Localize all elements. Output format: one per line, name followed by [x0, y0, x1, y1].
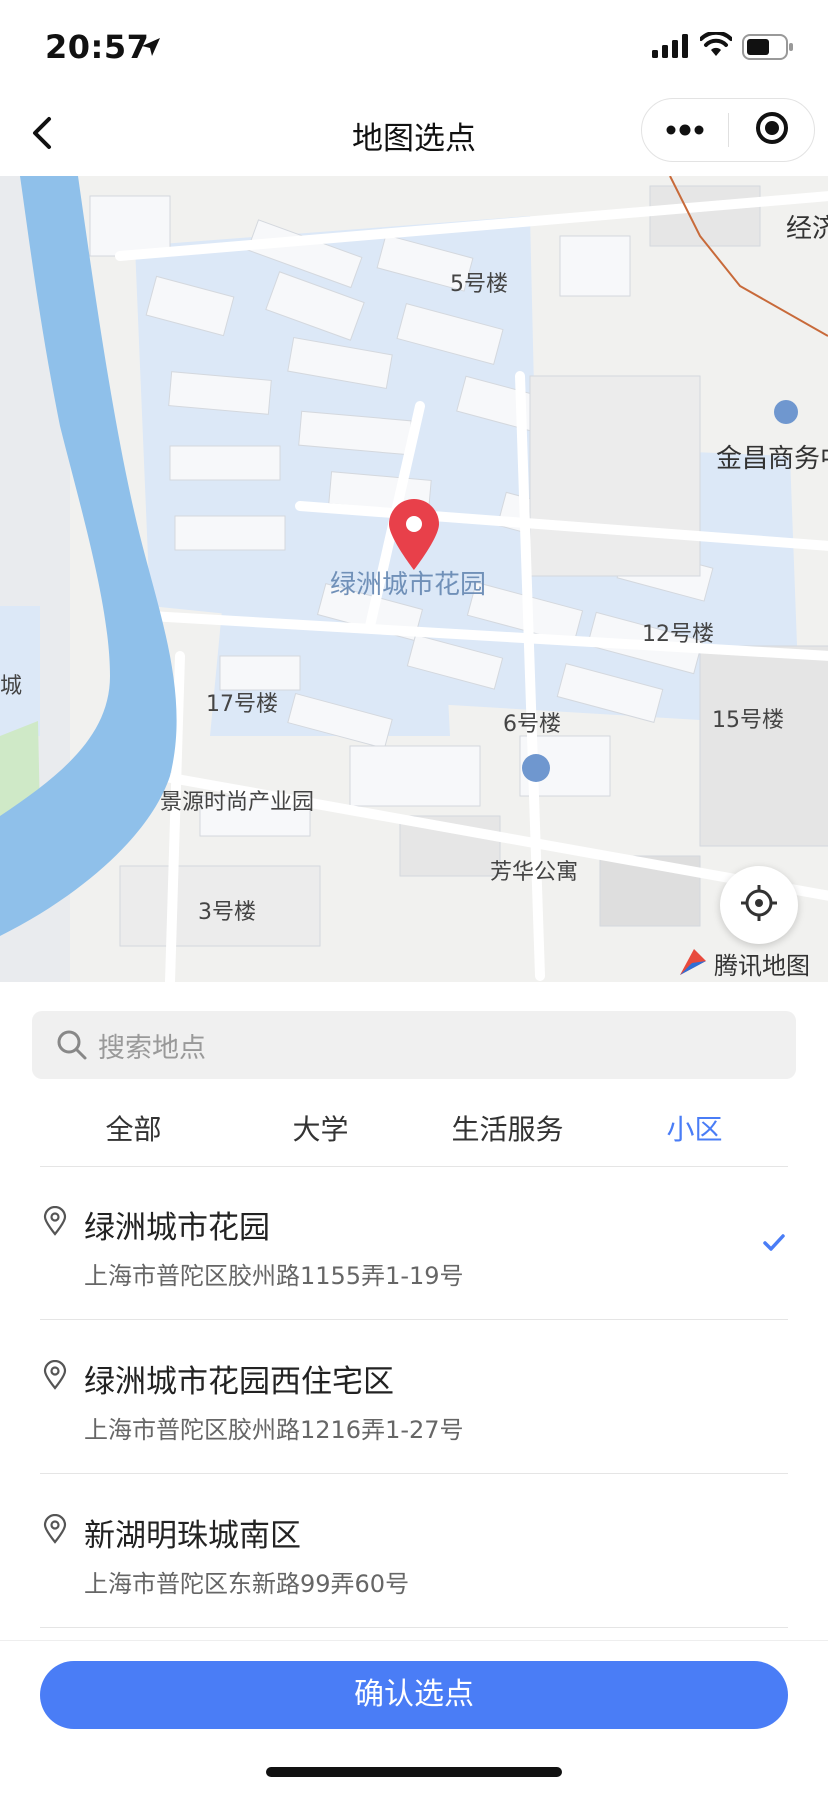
list-item[interactable]: 新湖明珠城南区 上海市普陀区东新路99弄60号: [40, 1474, 788, 1628]
more-icon: [665, 121, 705, 140]
tab-life-services[interactable]: 生活服务: [414, 1100, 601, 1166]
place-name: 绿洲城市花园: [84, 1210, 270, 1246]
status-time: 20:57: [45, 28, 150, 66]
search-icon: [56, 1029, 88, 1061]
map-label-fanghua: 芳华公寓: [490, 860, 579, 885]
battery-icon: [742, 34, 794, 64]
map-label-building-6: 6号楼: [503, 712, 561, 737]
place-address: 上海市普陀区胶州路1216弄1-27号: [84, 1416, 464, 1444]
status-bar: 20:57: [0, 0, 828, 100]
wifi-icon: [699, 30, 733, 62]
category-tabs: 全部 大学 生活服务 小区: [40, 1100, 788, 1167]
list-item[interactable]: 绿洲城市花园 上海市普陀区胶州路1155弄1-19号: [40, 1166, 788, 1320]
map-provider-text: 腾讯地图: [714, 952, 810, 980]
bottom-bar: 确认选点: [0, 1640, 828, 1793]
home-indicator: [266, 1767, 562, 1777]
map-pin-icon: [385, 498, 443, 576]
tab-all[interactable]: 全部: [40, 1100, 227, 1166]
signal-icon: [652, 34, 690, 62]
place-name: 新湖明珠城南区: [84, 1518, 301, 1554]
location-pin-icon: [43, 1359, 67, 1394]
map-label-economy: 经济: [786, 214, 828, 244]
close-mini-program-button[interactable]: [729, 99, 814, 161]
locate-me-button[interactable]: [720, 866, 798, 944]
place-address: 上海市普陀区胶州路1155弄1-19号: [84, 1262, 464, 1290]
map-label-left-edge: 城: [0, 674, 23, 699]
map-label-building-3: 3号楼: [198, 900, 256, 925]
check-icon: [762, 1233, 786, 1257]
map-label-building-17: 17号楼: [206, 692, 278, 717]
tab-university[interactable]: 大学: [227, 1100, 414, 1166]
map-view[interactable]: 5号楼 经济 金昌商务中 绿洲城市花园 12号楼 17号楼 6号楼 15号楼 景…: [0, 176, 828, 982]
location-pin-icon: [43, 1205, 67, 1240]
map-provider-logo: 腾讯地图: [678, 946, 810, 981]
more-button[interactable]: [642, 99, 728, 161]
map-label-jingyuan: 景源时尚产业园: [160, 790, 315, 815]
location-arrow-icon: [140, 36, 162, 62]
location-pin-icon: [43, 1513, 67, 1548]
search-placeholder: 搜索地点: [98, 1032, 206, 1064]
locate-icon: [739, 883, 779, 927]
tencent-map-icon: [678, 947, 708, 981]
result-list: 绿洲城市花园 上海市普陀区胶州路1155弄1-19号 绿洲城市花园西住宅区 上海…: [40, 1166, 788, 1628]
close-mini-program-icon: [754, 110, 790, 150]
place-address: 上海市普陀区东新路99弄60号: [84, 1570, 410, 1598]
tab-residential[interactable]: 小区: [601, 1100, 788, 1166]
map-label-building-12: 12号楼: [642, 622, 714, 647]
confirm-location-button[interactable]: 确认选点: [40, 1661, 788, 1729]
map-label-building-5: 5号楼: [450, 272, 508, 297]
map-label-jinchang: 金昌商务中: [716, 444, 828, 474]
place-name: 绿洲城市花园西住宅区: [84, 1364, 394, 1400]
search-input[interactable]: 搜索地点: [32, 1011, 796, 1079]
list-item[interactable]: 绿洲城市花园西住宅区 上海市普陀区胶州路1216弄1-27号: [40, 1320, 788, 1474]
map-label-building-15: 15号楼: [712, 708, 784, 733]
nav-bar: 地图选点: [0, 95, 828, 175]
mini-program-capsule: [641, 98, 815, 162]
